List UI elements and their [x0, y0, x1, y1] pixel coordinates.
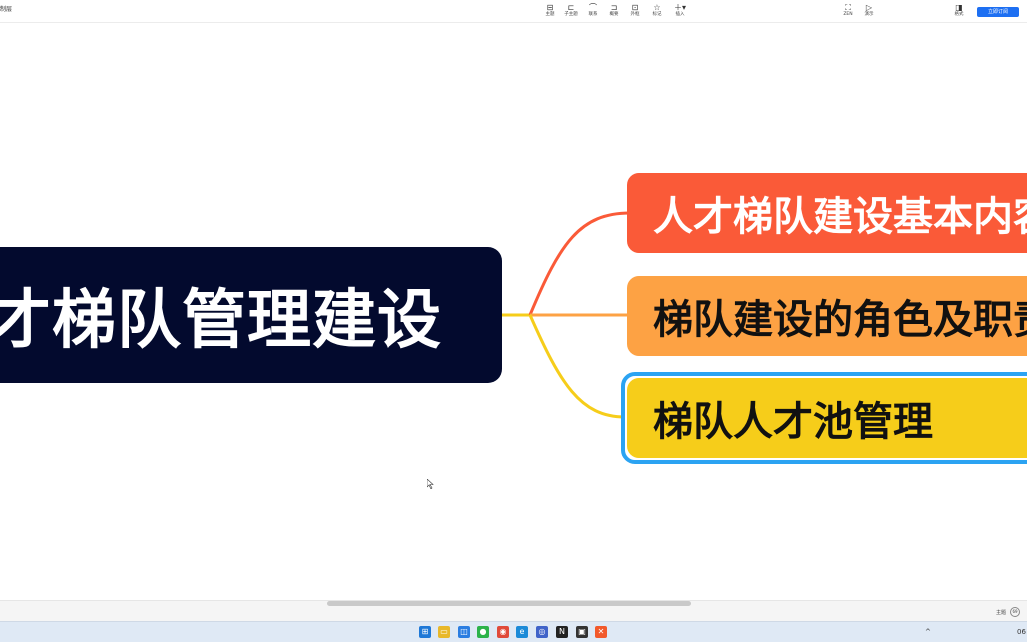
boundary-button[interactable]: ⊡ 外框: [625, 3, 645, 21]
notion-icon[interactable]: N: [556, 626, 568, 638]
windows-start-icon[interactable]: ⊞: [419, 626, 431, 638]
central-topic[interactable]: 人才梯队管理建设: [0, 247, 502, 383]
zoom-badge[interactable]: 69: [1010, 607, 1020, 617]
zen-icon: ⛶: [845, 3, 851, 12]
relation-icon: ⌒: [589, 3, 597, 12]
tray-chevron-icon[interactable]: ^: [925, 628, 931, 636]
format-icon: ◨: [955, 3, 963, 12]
topic-label: 主题: [545, 12, 555, 17]
summary-button[interactable]: ⊐ 概要: [604, 3, 624, 21]
xmind-icon[interactable]: ✕: [595, 626, 607, 638]
wechat-icon[interactable]: ●: [477, 626, 489, 638]
browser-icon[interactable]: ◎: [536, 626, 548, 638]
central-topic-text: 人才梯队管理建设: [0, 284, 442, 358]
document-title[interactable]: 制层: [0, 4, 12, 13]
windows-taskbar: ⊞ ▭ ◫ ● ◉ e ◎ N ▣ ✕ ^ 06: [0, 621, 1027, 642]
format-label: 格式: [954, 12, 964, 17]
store-icon[interactable]: ◫: [458, 626, 470, 638]
subtopic-button[interactable]: ⊏ 子主题: [561, 3, 581, 21]
subscribe-button[interactable]: 立即订阅: [977, 7, 1019, 17]
horizontal-scrollbar[interactable]: [327, 601, 691, 606]
branch-topic-text: 人才梯队建设基本内容: [653, 194, 1027, 240]
present-icon: ▷: [865, 3, 873, 12]
present-label: 演示: [864, 12, 874, 17]
mouse-cursor-icon: [427, 479, 434, 489]
connector-branch-1: [528, 211, 631, 316]
topic-button[interactable]: ⊟ 主题: [540, 3, 560, 21]
branch-topic-basic-content[interactable]: 人才梯队建设基本内容: [627, 173, 1027, 253]
zen-label: ZEN: [843, 12, 853, 17]
mindmap-canvas[interactable]: 人才梯队管理建设 人才梯队建设基本内容 梯队建设的角色及职责 梯队人才池管理: [0, 23, 1027, 600]
subtopic-icon: ⊏: [567, 3, 575, 12]
marker-label: 标记: [652, 12, 662, 17]
branch-topic-talent-pool[interactable]: 梯队人才池管理: [627, 378, 1027, 458]
status-bar: 主题 69: [0, 600, 1027, 621]
insert-icon: ＋▾: [673, 3, 686, 12]
top-toolbar: 制层 ⊟ 主题 ⊏ 子主题 ⌒ 联系 ⊐ 概要 ⊡ 外框 ☆ 标记 ＋▾ 插入: [0, 0, 1027, 23]
mindmap-app: 制层 ⊟ 主题 ⊏ 子主题 ⌒ 联系 ⊐ 概要 ⊡ 外框 ☆ 标记 ＋▾ 插入: [0, 0, 1027, 642]
subtopic-label: 子主题: [564, 12, 578, 17]
format-button[interactable]: ◨ 格式: [949, 3, 969, 21]
insert-label: 插入: [675, 12, 685, 17]
branch-topic-text: 梯队人才池管理: [653, 399, 933, 445]
marker-icon: ☆: [653, 3, 661, 12]
relation-label: 联系: [588, 12, 598, 17]
topic-count-label[interactable]: 主题: [996, 609, 1006, 616]
summary-label: 概要: [609, 12, 619, 17]
tray-clock[interactable]: 06: [1017, 628, 1026, 636]
media-icon[interactable]: ▣: [576, 626, 588, 638]
summary-icon: ⊐: [610, 3, 618, 12]
relation-button[interactable]: ⌒ 联系: [583, 3, 603, 21]
boundary-label: 外框: [630, 12, 640, 17]
insert-button[interactable]: ＋▾ 插入: [670, 3, 690, 21]
edge-icon[interactable]: e: [516, 626, 528, 638]
present-button[interactable]: ▷ 演示: [859, 3, 879, 21]
boundary-icon: ⊡: [631, 3, 639, 12]
topic-icon: ⊟: [546, 3, 554, 12]
marker-button[interactable]: ☆ 标记: [647, 3, 667, 21]
file-explorer-icon[interactable]: ▭: [438, 626, 450, 638]
branch-topic-roles[interactable]: 梯队建设的角色及职责: [627, 276, 1027, 356]
branch-topic-text: 梯队建设的角色及职责: [653, 297, 1027, 343]
zen-button[interactable]: ⛶ ZEN: [838, 3, 858, 21]
chrome-icon[interactable]: ◉: [497, 626, 509, 638]
connector-branch-3: [528, 314, 626, 419]
